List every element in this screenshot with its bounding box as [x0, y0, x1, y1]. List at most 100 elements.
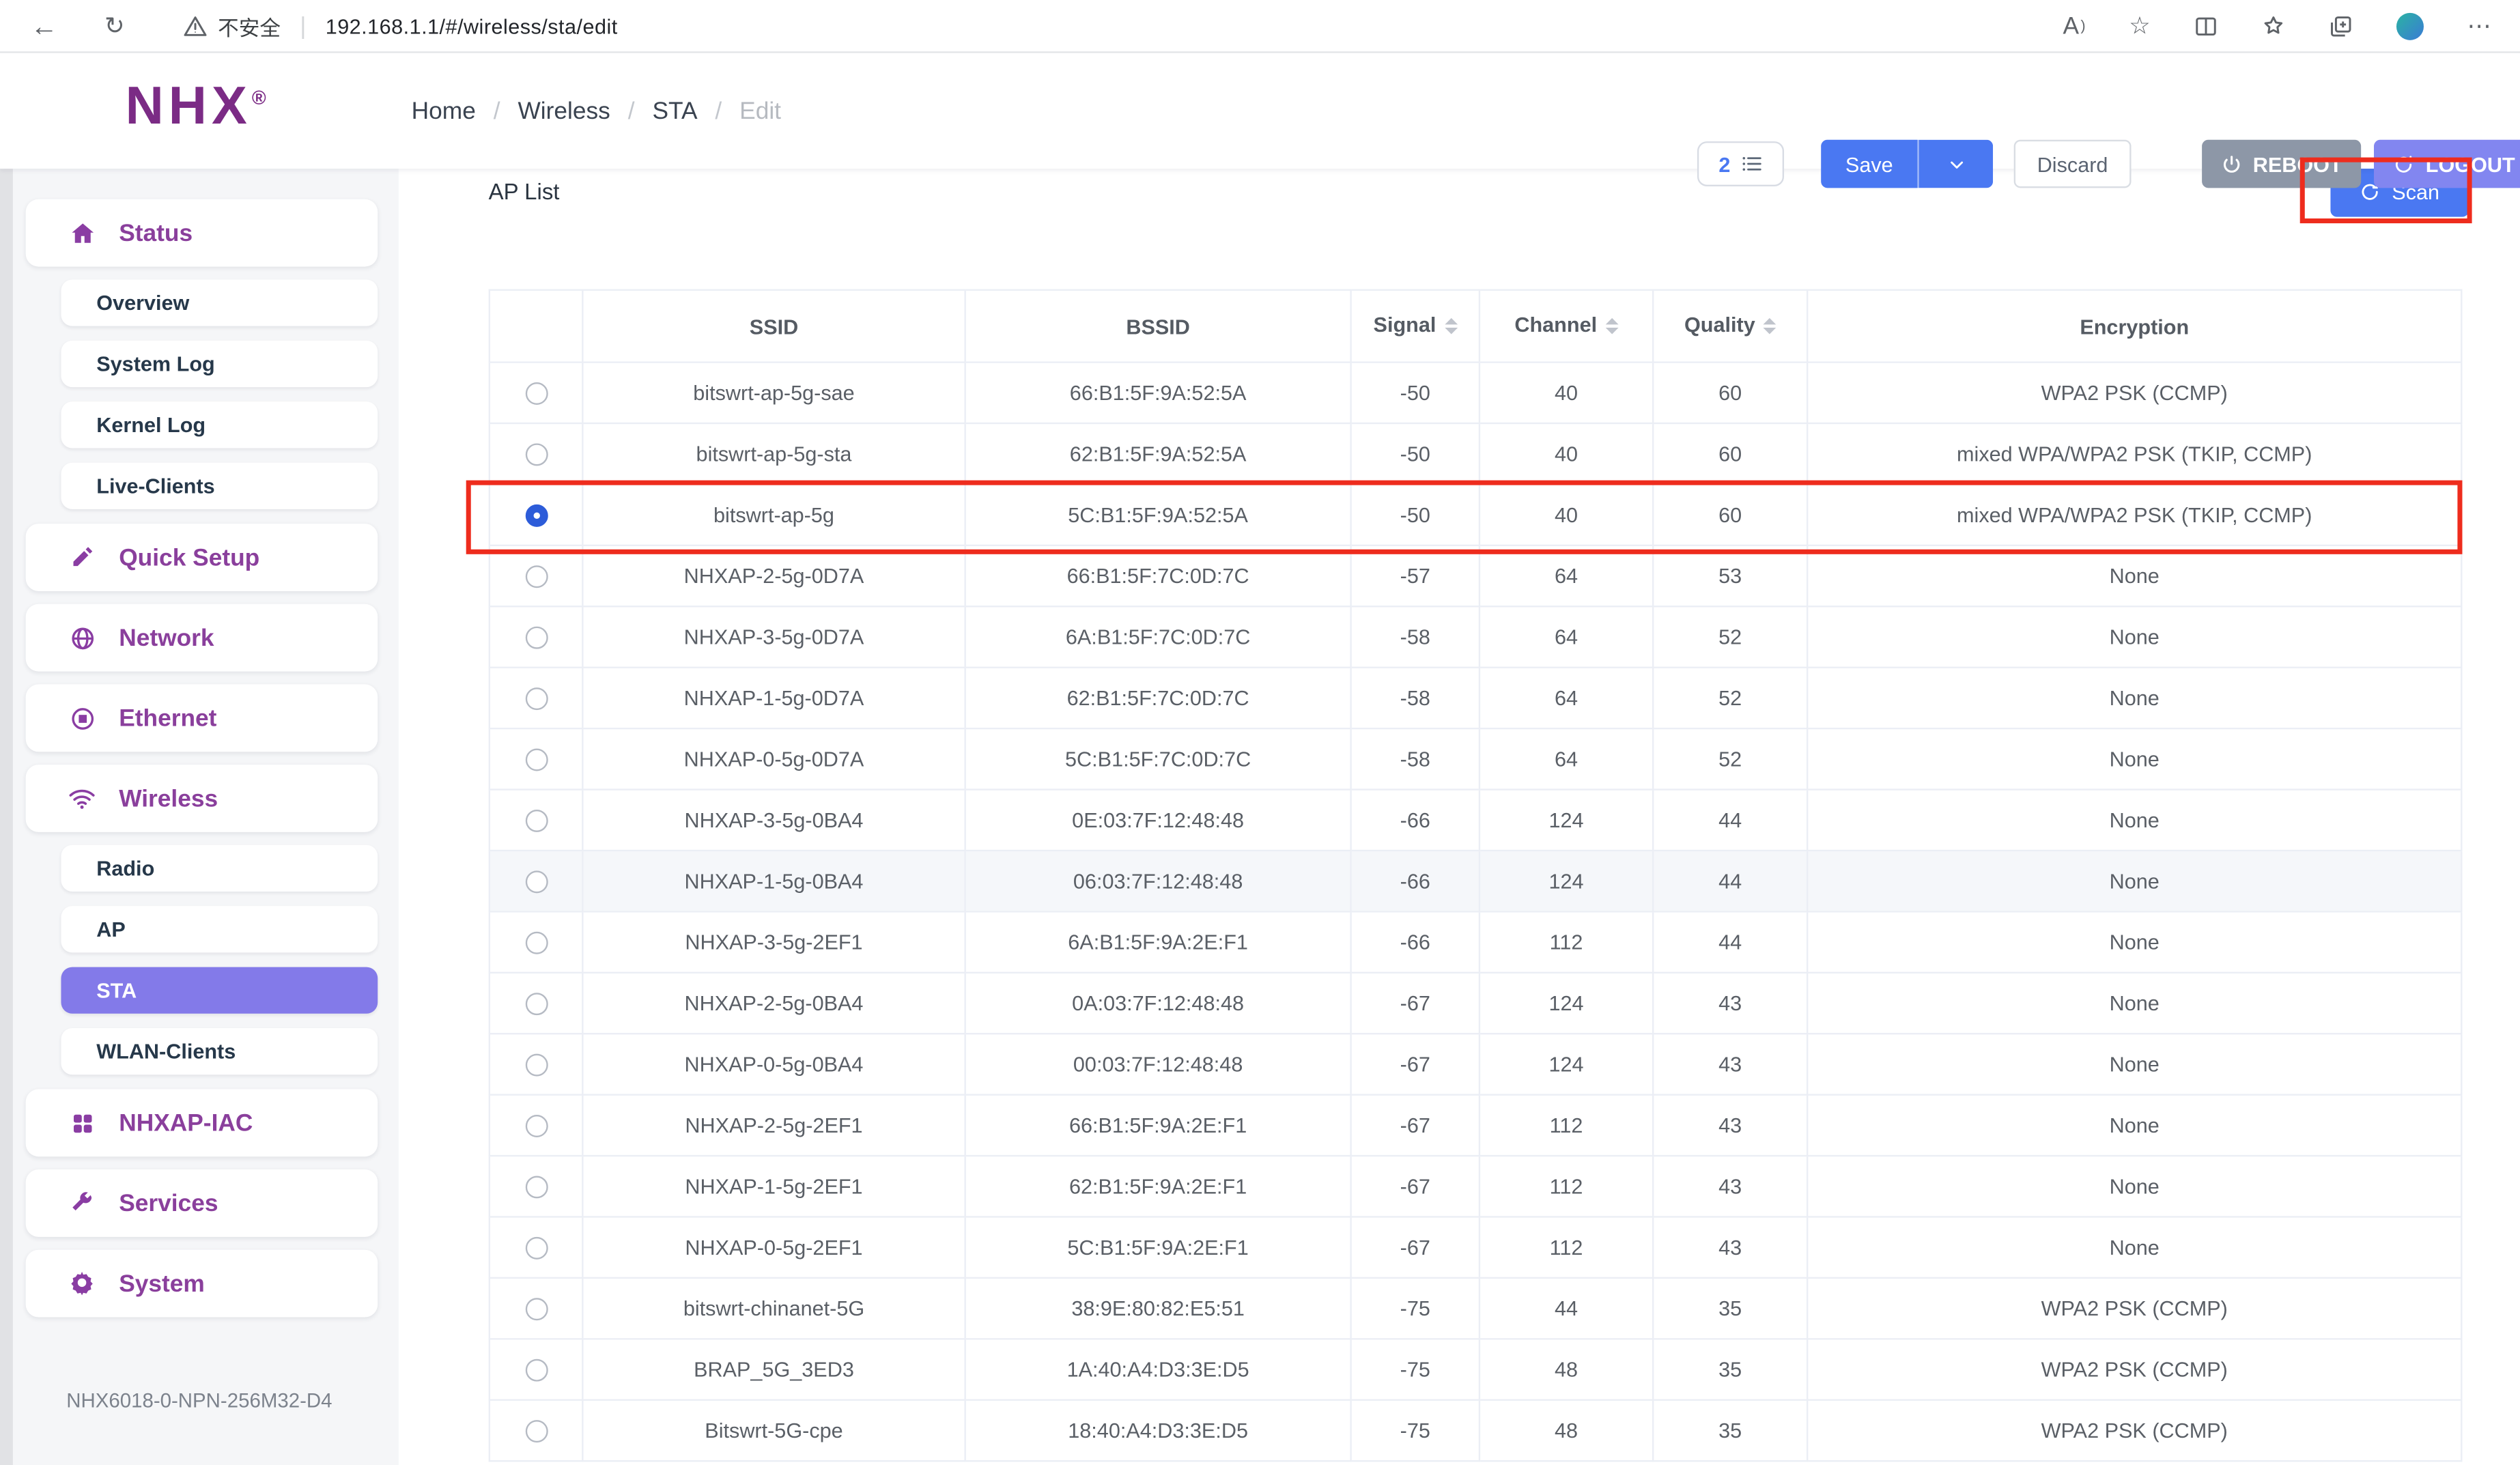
- chevron-down-icon: [1947, 155, 1965, 173]
- ap-select-radio[interactable]: [525, 1176, 548, 1199]
- ap-row-nhxap-1-5g-0d7a[interactable]: NHXAP-1-5g-0D7A62:B1:5F:7C:0D:7C-586452N…: [490, 668, 2461, 728]
- ap-select-radio[interactable]: [525, 444, 548, 466]
- sidebar-item-nhxap-iac[interactable]: NHXAP-IAC: [26, 1089, 378, 1156]
- ap-row-bitswrt-chinanet-5g[interactable]: bitswrt-chinanet-5G38:9E:80:82:E5:51-754…: [490, 1278, 2461, 1339]
- sidebar-item-live-clients[interactable]: Live-Clients: [61, 463, 378, 509]
- url-text[interactable]: 192.168.1.1/#/wireless/sta/edit: [326, 14, 618, 38]
- profile-avatar[interactable]: [2396, 12, 2424, 40]
- sidebar-item-sta[interactable]: STA: [61, 967, 378, 1014]
- cell-encryption: None: [1807, 606, 2461, 667]
- ap-select-radio[interactable]: [525, 993, 548, 1016]
- ap-select-radio[interactable]: [525, 1238, 548, 1260]
- split-screen-icon[interactable]: [2194, 14, 2218, 38]
- ap-row-bitswrt-ap-5g-sae[interactable]: bitswrt-ap-5g-sae66:B1:5F:9A:52:5A-50406…: [490, 362, 2461, 423]
- ap-select-radio[interactable]: [525, 688, 548, 711]
- ap-row-bitswrt-ap-5g[interactable]: bitswrt-ap-5g5C:B1:5F:9A:52:5A-504060mix…: [490, 484, 2461, 545]
- column-header-channel[interactable]: Channel: [1480, 290, 1653, 362]
- column-header-signal[interactable]: Signal: [1351, 290, 1480, 362]
- sidebar-item-kernel-log[interactable]: Kernel Log: [61, 401, 378, 448]
- save-button[interactable]: Save: [1821, 140, 1917, 188]
- reboot-button[interactable]: REBOOT: [2202, 140, 2361, 188]
- sort-carets-icon[interactable]: [1605, 312, 1618, 341]
- favorite-star-icon[interactable]: ☆: [2129, 14, 2151, 38]
- sidebar-item-status[interactable]: Status: [26, 199, 378, 267]
- cell-bssid: 62:B1:5F:9A:52:5A: [965, 423, 1351, 484]
- site-security-button[interactable]: 不安全: [182, 10, 281, 41]
- ap-row-nhxap-1-5g-0ba4[interactable]: NHXAP-1-5g-0BA406:03:7F:12:48:48-6612444…: [490, 851, 2461, 911]
- ap-row-bitswrt-ap-5g-sta[interactable]: bitswrt-ap-5g-sta62:B1:5F:9A:52:5A-50406…: [490, 423, 2461, 484]
- cell-quality: 53: [1653, 545, 1807, 606]
- column-label: SSID: [750, 314, 798, 338]
- sidebar-item-ethernet[interactable]: Ethernet: [26, 684, 378, 752]
- discard-button[interactable]: Discard: [2014, 140, 2132, 188]
- sidebar-item-ap[interactable]: AP: [61, 906, 378, 952]
- logout-button[interactable]: LOGOUT: [2374, 140, 2520, 188]
- sidebar-item-quick-setup[interactable]: Quick Setup: [26, 524, 378, 591]
- ap-row-nhxap-2-5g-2ef1[interactable]: NHXAP-2-5g-2EF166:B1:5F:9A:2E:F1-6711243…: [490, 1095, 2461, 1156]
- save-dropdown-button[interactable]: [1917, 140, 1993, 188]
- ap-select-radio[interactable]: [525, 932, 548, 954]
- back-button[interactable]: ←: [31, 12, 58, 40]
- ap-select-radio[interactable]: [525, 871, 548, 894]
- sidebar-item-overview[interactable]: Overview: [61, 279, 378, 326]
- breadcrumb-item-wireless[interactable]: Wireless: [518, 97, 610, 124]
- wifi-icon: [68, 784, 96, 812]
- ap-select-radio[interactable]: [525, 505, 548, 528]
- cell-signal: -66: [1351, 790, 1480, 851]
- ap-row-bitswrt-5g-cpe[interactable]: Bitswrt-5G-cpe18:40:A4:D3:3E:D5-754835WP…: [490, 1400, 2461, 1461]
- cell-signal: -67: [1351, 1095, 1480, 1156]
- read-aloud-icon[interactable]: A): [2063, 14, 2086, 38]
- ap-row-nhxap-3-5g-0ba4[interactable]: NHXAP-3-5g-0BA40E:03:7F:12:48:48-6612444…: [490, 790, 2461, 851]
- ap-row-nhxap-1-5g-2ef1[interactable]: NHXAP-1-5g-2EF162:B1:5F:9A:2E:F1-6711243…: [490, 1156, 2461, 1217]
- sidebar-item-wlan-clients[interactable]: WLAN-Clients: [61, 1028, 378, 1075]
- sidebar-item-services[interactable]: Services: [26, 1169, 378, 1237]
- ap-select-radio[interactable]: [525, 1359, 548, 1382]
- cell-encryption: None: [1807, 851, 2461, 911]
- ap-row-nhxap-2-5g-0ba4[interactable]: NHXAP-2-5g-0BA40A:03:7F:12:48:48-6712443…: [490, 973, 2461, 1034]
- sidebar-item-network[interactable]: Network: [26, 604, 378, 672]
- breadcrumb-item-home[interactable]: Home: [412, 97, 476, 124]
- select-cell: [490, 1278, 583, 1339]
- ap-row-nhxap-3-5g-2ef1[interactable]: NHXAP-3-5g-2EF16A:B1:5F:9A:2E:F1-6611244…: [490, 911, 2461, 972]
- nhx-logo: NHX®: [126, 76, 271, 137]
- breadcrumb-item-sta[interactable]: STA: [652, 97, 697, 124]
- ap-row-nhxap-2-5g-0d7a[interactable]: NHXAP-2-5g-0D7A66:B1:5F:7C:0D:7C-576453N…: [490, 545, 2461, 606]
- collections-icon[interactable]: [2329, 14, 2353, 38]
- column-header-bssid: BSSID: [965, 290, 1351, 362]
- ap-select-radio[interactable]: [525, 1115, 548, 1138]
- breadcrumb-separator: /: [628, 97, 635, 124]
- favorites-hub-icon[interactable]: [2261, 14, 2285, 38]
- sort-carets-icon[interactable]: [1764, 312, 1776, 341]
- save-split-button: Save: [1821, 140, 1993, 188]
- cell-quality: 43: [1653, 1217, 1807, 1277]
- cell-quality: 52: [1653, 668, 1807, 728]
- ap-select-radio[interactable]: [525, 627, 548, 649]
- settings-menu-icon[interactable]: ⋯: [2467, 14, 2491, 38]
- ap-row-nhxap-0-5g-0d7a[interactable]: NHXAP-0-5g-0D7A5C:B1:5F:7C:0D:7C-586452N…: [490, 728, 2461, 789]
- sidebar-item-system-log[interactable]: System Log: [61, 341, 378, 387]
- cell-bssid: 6A:B1:5F:7C:0D:7C: [965, 606, 1351, 667]
- refresh-button[interactable]: ↻: [104, 14, 125, 38]
- sidebar-item-radio[interactable]: Radio: [61, 845, 378, 892]
- select-cell: [490, 911, 583, 972]
- ap-select-radio[interactable]: [525, 1298, 548, 1321]
- ap-row-nhxap-3-5g-0d7a[interactable]: NHXAP-3-5g-0D7A6A:B1:5F:7C:0D:7C-586452N…: [490, 606, 2461, 667]
- cell-encryption: WPA2 PSK (CCMP): [1807, 1339, 2461, 1399]
- sidebar-item-wireless[interactable]: Wireless: [26, 765, 378, 832]
- ap-select-radio[interactable]: [525, 749, 548, 771]
- cell-signal: -75: [1351, 1339, 1480, 1399]
- pending-changes-button[interactable]: 2: [1697, 141, 1784, 186]
- ap-select-radio[interactable]: [525, 566, 548, 588]
- sidebar-item-system[interactable]: System: [26, 1250, 378, 1318]
- ap-select-radio[interactable]: [525, 810, 548, 833]
- ap-select-radio[interactable]: [525, 1054, 548, 1077]
- ap-row-nhxap-0-5g-2ef1[interactable]: NHXAP-0-5g-2EF15C:B1:5F:9A:2E:F1-6711243…: [490, 1217, 2461, 1277]
- ap-list-label: AP List: [489, 178, 560, 204]
- column-header-quality[interactable]: Quality: [1653, 290, 1807, 362]
- sort-carets-icon[interactable]: [1444, 312, 1457, 341]
- ap-row-nhxap-0-5g-0ba4[interactable]: NHXAP-0-5g-0BA400:03:7F:12:48:48-6712443…: [490, 1034, 2461, 1094]
- ap-select-radio[interactable]: [525, 1421, 548, 1443]
- cell-quality: 44: [1653, 790, 1807, 851]
- ap-select-radio[interactable]: [525, 383, 548, 406]
- ap-row-brap-5g-3ed3[interactable]: BRAP_5G_3ED31A:40:A4:D3:3E:D5-754835WPA2…: [490, 1339, 2461, 1399]
